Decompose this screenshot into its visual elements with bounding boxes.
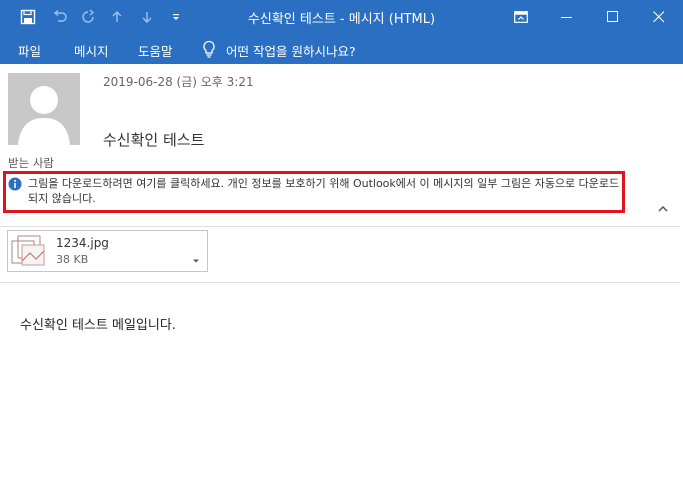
attachment-card[interactable]: 1234.jpg 38 KB [7,230,208,272]
message-subject: 수신확인 테스트 [103,131,205,149]
message-body: 수신확인 테스트 메일입니다. [20,318,176,333]
title-bar: 수신확인 테스트 - 메시지 (HTML) [0,0,683,34]
chevron-up-icon[interactable] [657,200,669,219]
tell-me-search[interactable]: 어떤 작업을 원하시나요? [226,41,356,60]
header-divider [0,226,680,227]
lightbulb-icon[interactable] [202,40,216,62]
to-label: 받는 사람 [8,156,54,170]
ribbon-tabs: 파일 메시지 도움말 어떤 작업을 원하시나요? [0,34,683,64]
chevron-down-icon[interactable] [192,249,200,268]
tab-message[interactable]: 메시지 [74,41,109,60]
info-icon [8,176,22,195]
tab-file[interactable]: 파일 [18,41,41,60]
sender-avatar [8,73,80,145]
minimize-icon[interactable] [544,0,590,34]
attachment-name: 1234.jpg [56,236,109,250]
maximize-icon[interactable] [590,0,636,34]
tab-help[interactable]: 도움말 [138,41,173,60]
image-file-icon [10,233,46,273]
close-icon[interactable] [636,0,682,34]
info-bar-text[interactable]: 그림을 다운로드하려면 여기를 클릭하세요. 개인 정보를 보호하기 위해 Ou… [28,176,622,206]
message-date: 2019-06-28 (금) 오후 3:21 [103,75,254,89]
attachment-divider [0,282,680,283]
attachment-size: 38 KB [56,253,89,266]
ribbon-display-icon[interactable] [498,0,544,34]
